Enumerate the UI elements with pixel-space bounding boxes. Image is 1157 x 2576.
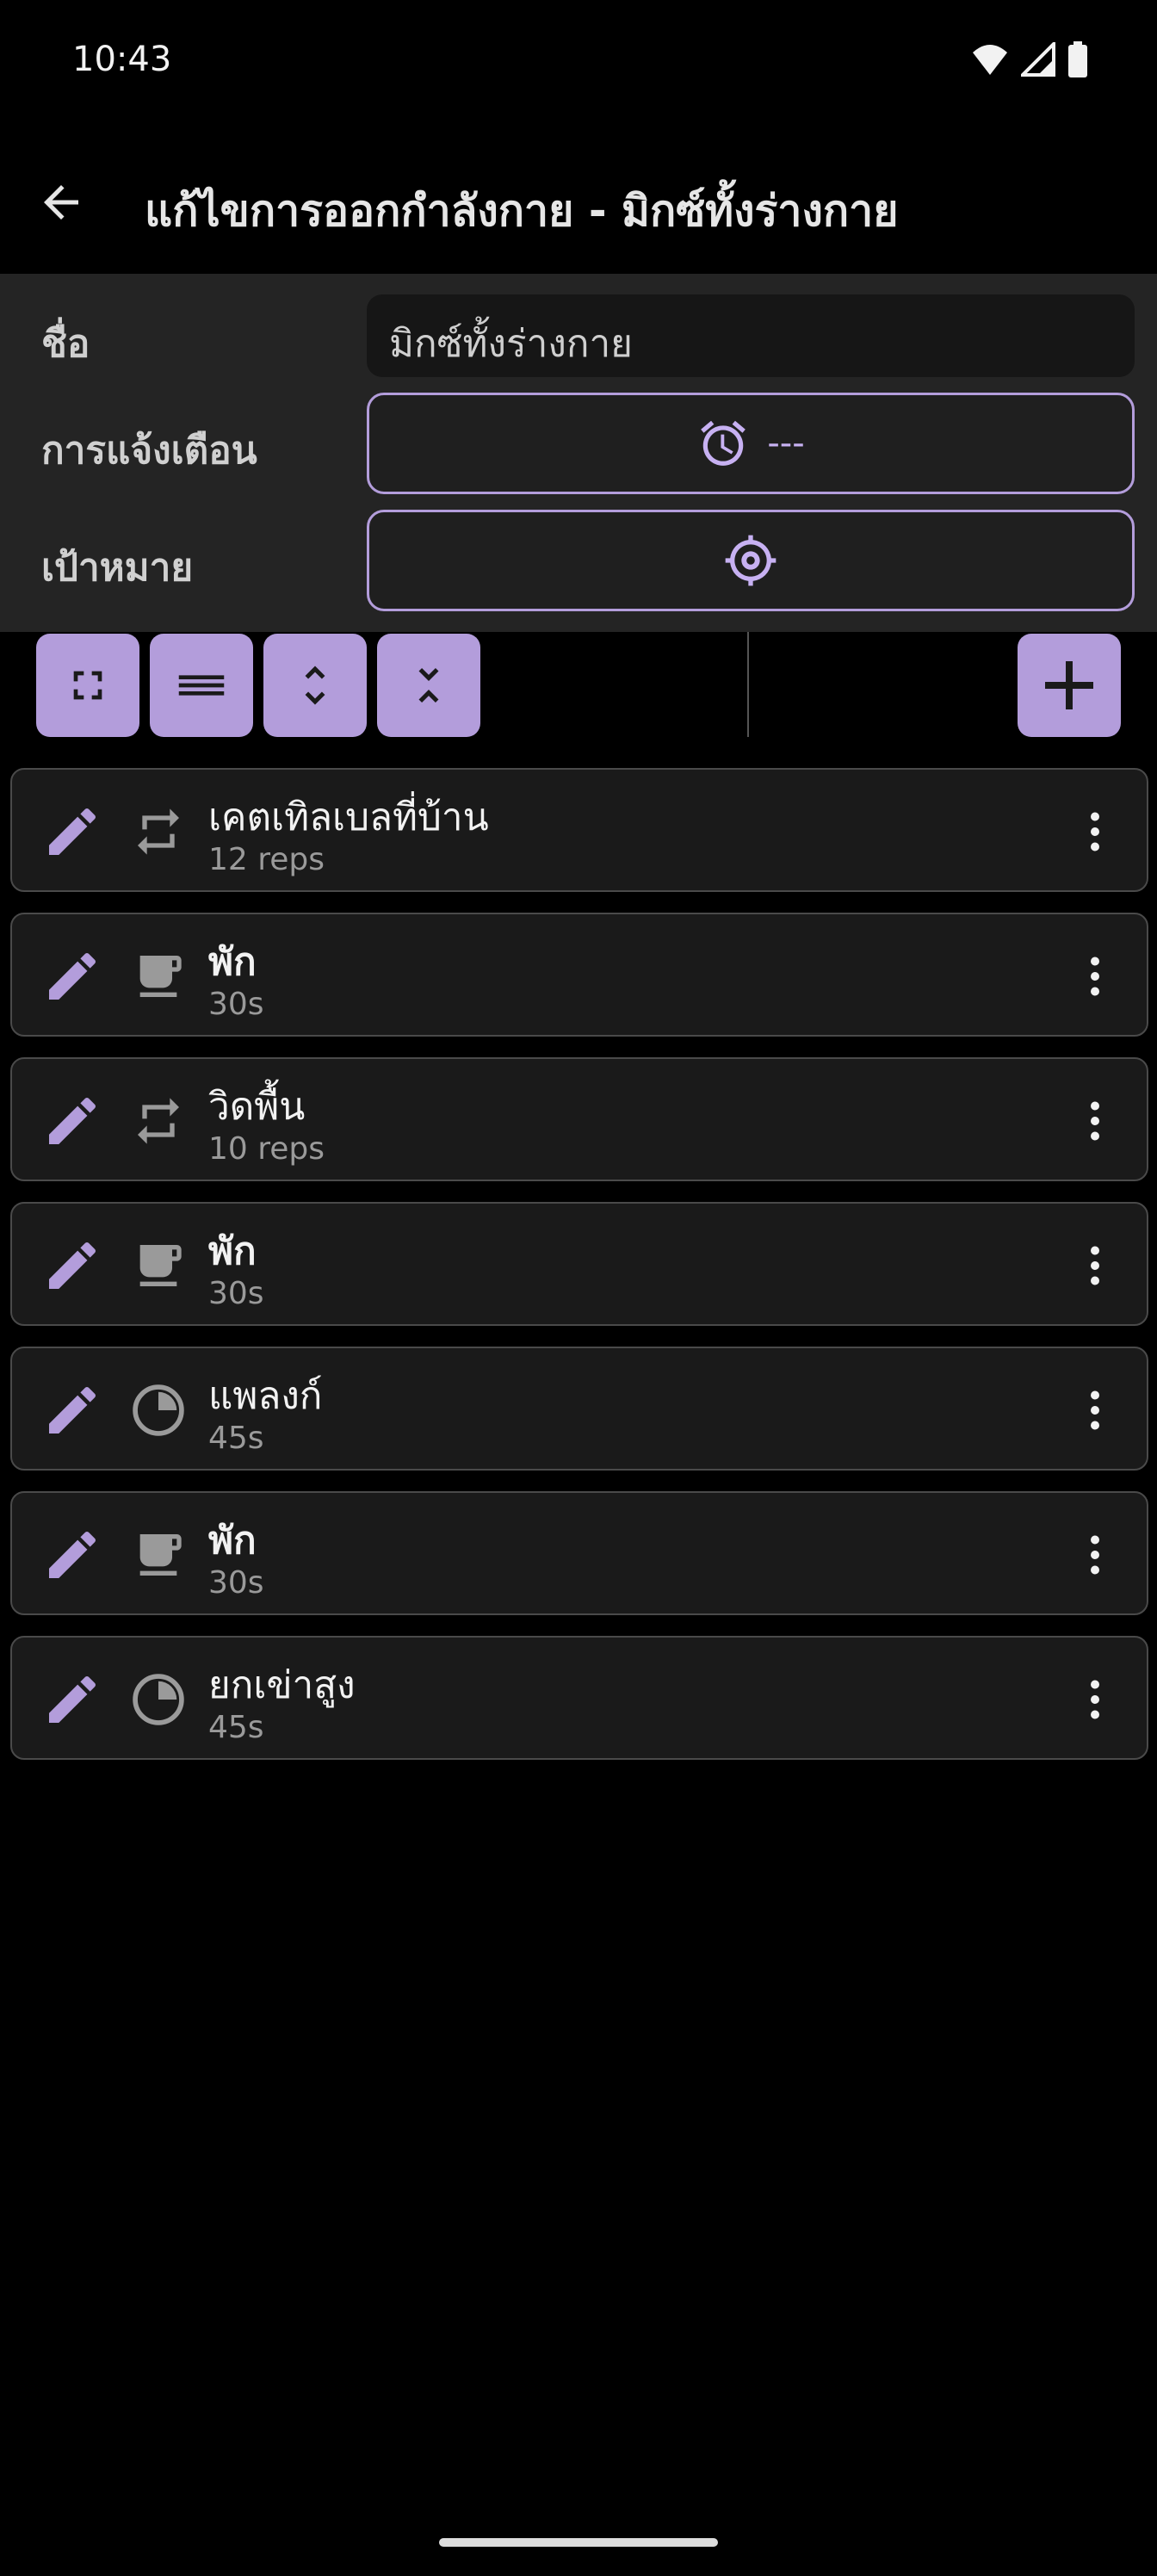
plus-icon	[1045, 661, 1093, 709]
item-title: วิดพื้น	[208, 1085, 306, 1129]
cell-signal-icon	[1021, 42, 1055, 77]
edit-button[interactable]	[38, 942, 107, 1011]
alarm-clock-icon	[701, 420, 746, 466]
expand-all-button[interactable]	[263, 634, 367, 737]
repeat-icon	[127, 801, 189, 863]
fullscreen-icon	[73, 671, 102, 700]
more-options-button[interactable]	[1069, 1665, 1121, 1734]
repeat-icon	[127, 1090, 189, 1152]
goal-label: เป้าหมาย	[41, 546, 194, 590]
item-subtitle: 30s	[208, 1276, 264, 1311]
coffee-cup-icon	[127, 1524, 189, 1586]
item-subtitle: 12 reps	[208, 842, 325, 877]
unfold-less-icon	[418, 668, 439, 703]
more-options-button[interactable]	[1069, 942, 1121, 1011]
list-item[interactable]: แพลงก์ 45s	[10, 1347, 1148, 1471]
more-vert-icon	[1091, 812, 1099, 851]
edit-button[interactable]	[38, 797, 107, 866]
timer-pie-icon	[127, 1669, 189, 1731]
menu-lines-icon	[178, 675, 225, 696]
name-field[interactable]: มิกซ์ทั้งร่างกาย	[367, 294, 1135, 377]
item-subtitle: 45s	[208, 1421, 264, 1456]
page-title: แก้ไขการออกกำลังกาย - มิกซ์ทั้งร่างกาย	[145, 186, 899, 236]
item-title: เคตเทิลเบลที่บ้าน	[208, 796, 489, 839]
timer-pie-icon	[127, 1379, 189, 1441]
pencil-icon	[49, 1675, 96, 1723]
pencil-icon	[49, 1242, 96, 1289]
item-subtitle: 30s	[208, 987, 264, 1022]
list-view-button[interactable]	[150, 634, 253, 737]
status-bar: 10:43	[0, 0, 1157, 129]
collapse-all-button[interactable]	[377, 634, 480, 737]
edit-button[interactable]	[38, 1231, 107, 1300]
wifi-icon	[973, 45, 1007, 75]
pencil-icon	[49, 808, 96, 855]
more-options-button[interactable]	[1069, 1087, 1121, 1155]
item-title: พัก	[208, 940, 257, 984]
item-title: พัก	[208, 1519, 257, 1563]
more-options-button[interactable]	[1069, 1520, 1121, 1589]
reminder-label: การแจ้งเตือน	[41, 429, 257, 473]
arrow-back-icon	[44, 185, 78, 220]
app-bar: แก้ไขการออกกำลังกาย - มิกซ์ทั้งร่างกาย	[0, 138, 1157, 267]
unfold-more-icon	[305, 666, 325, 705]
more-options-button[interactable]	[1069, 1376, 1121, 1445]
pencil-icon	[49, 1386, 96, 1434]
item-subtitle: 30s	[208, 1565, 264, 1601]
list-item[interactable]: เคตเทิลเบลที่บ้าน 12 reps	[10, 768, 1148, 892]
edit-button[interactable]	[38, 1665, 107, 1734]
list-item[interactable]: วิดพื้น 10 reps	[10, 1057, 1148, 1181]
coffee-cup-icon	[127, 945, 189, 1007]
more-vert-icon	[1091, 1101, 1099, 1141]
item-subtitle: 10 reps	[208, 1131, 325, 1167]
edit-button[interactable]	[38, 1520, 107, 1589]
more-options-button[interactable]	[1069, 1231, 1121, 1300]
list-item[interactable]: ยกเข่าสูง 45s	[10, 1636, 1148, 1760]
list-item[interactable]: พัก 30s	[10, 1202, 1148, 1326]
toolbar-divider	[747, 632, 749, 737]
pencil-icon	[49, 952, 96, 1000]
back-button[interactable]	[31, 172, 91, 232]
name-label: ชื่อ	[41, 322, 90, 366]
list-toolbar	[0, 632, 1157, 737]
battery-icon	[1068, 41, 1087, 77]
item-subtitle: 45s	[208, 1710, 264, 1745]
fullscreen-button[interactable]	[36, 634, 139, 737]
more-vert-icon	[1091, 1680, 1099, 1719]
reminder-value: ---	[767, 424, 805, 463]
workout-form: ชื่อ มิกซ์ทั้งร่างกาย การแจ้งเตือน --- เ…	[0, 274, 1157, 632]
coffee-cup-icon	[127, 1235, 189, 1297]
list-item[interactable]: พัก 30s	[10, 1491, 1148, 1615]
pencil-icon	[49, 1097, 96, 1144]
item-title: ยกเข่าสูง	[208, 1663, 356, 1707]
home-indicator[interactable]	[439, 2538, 718, 2547]
add-exercise-button[interactable]	[1018, 634, 1121, 737]
status-icons	[971, 41, 1088, 77]
more-vert-icon	[1091, 1246, 1099, 1285]
more-vert-icon	[1091, 1535, 1099, 1575]
target-crosshair-icon	[725, 535, 776, 586]
edit-button[interactable]	[38, 1376, 107, 1445]
list-item[interactable]: พัก 30s	[10, 913, 1148, 1037]
reminder-button[interactable]: ---	[367, 393, 1135, 494]
item-title: พัก	[208, 1229, 257, 1273]
status-time: 10:43	[72, 40, 172, 79]
item-title: แพลงก์	[208, 1374, 323, 1418]
more-options-button[interactable]	[1069, 797, 1121, 866]
more-vert-icon	[1091, 957, 1099, 996]
more-vert-icon	[1091, 1390, 1099, 1430]
pencil-icon	[49, 1531, 96, 1578]
goal-button[interactable]	[367, 510, 1135, 611]
edit-button[interactable]	[38, 1087, 107, 1155]
